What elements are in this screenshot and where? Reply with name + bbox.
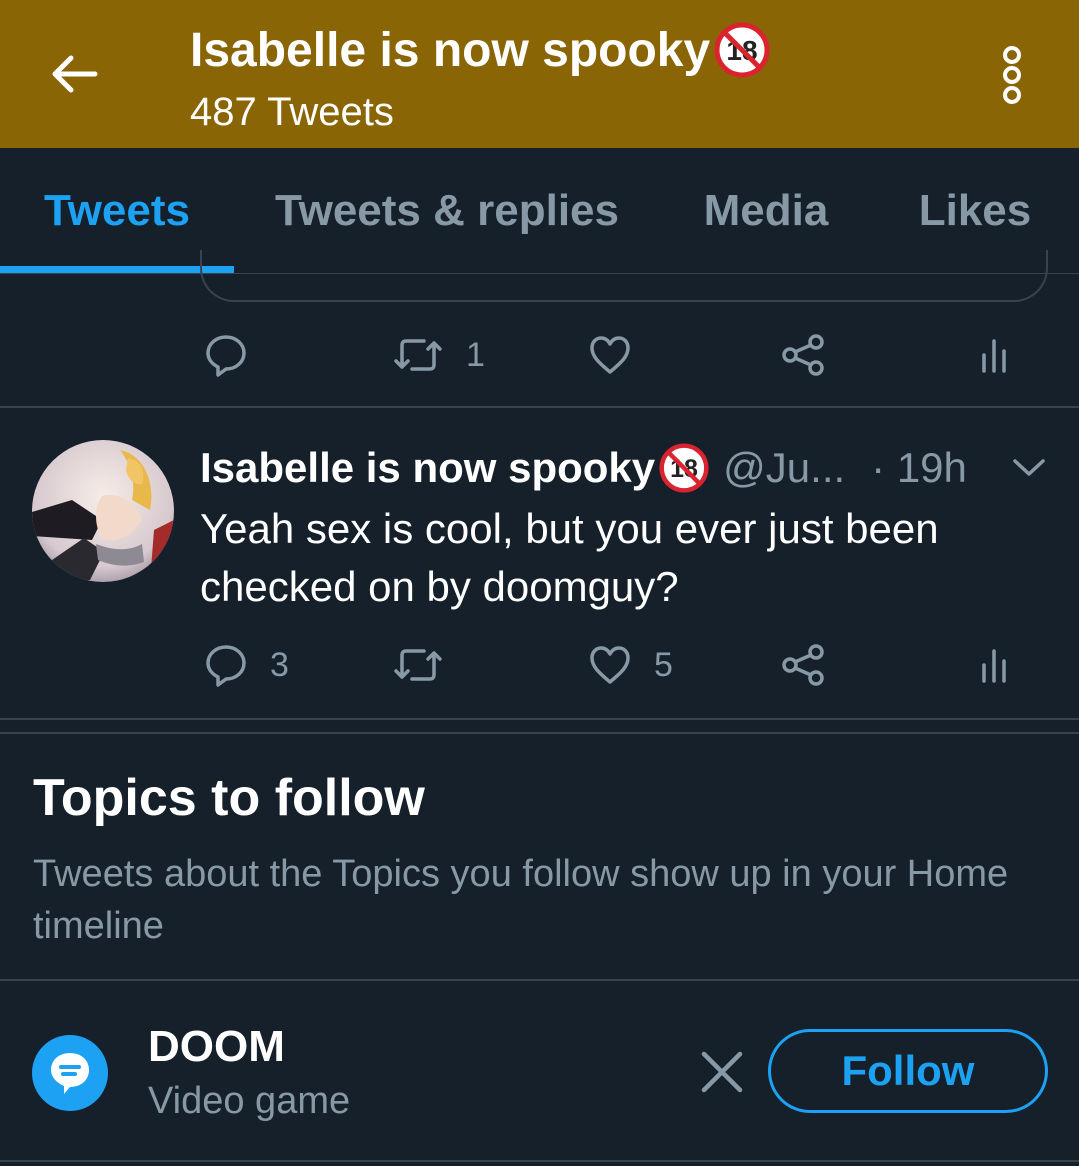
tweet-author-handle[interactable]: @Ju... bbox=[723, 444, 845, 492]
arrow-left-icon bbox=[52, 55, 98, 93]
tweet-menu-button[interactable] bbox=[1004, 446, 1054, 490]
reply-icon bbox=[206, 335, 246, 377]
bottom-divider bbox=[0, 1160, 1079, 1162]
no-under-18-icon: 18 bbox=[714, 22, 770, 78]
topic-icon bbox=[32, 1035, 108, 1111]
tweet-author-name[interactable]: Isabelle is now spooky bbox=[200, 444, 655, 492]
topic-bubble-icon bbox=[51, 1053, 89, 1094]
retweet-count: 1 bbox=[466, 335, 485, 374]
like-button[interactable] bbox=[588, 325, 654, 385]
header-title-text: Isabelle is now spooky bbox=[190, 23, 711, 77]
tab-tweets[interactable]: Tweets bbox=[0, 148, 234, 274]
topics-divider bbox=[0, 979, 1079, 981]
chevron-down-icon bbox=[1013, 459, 1045, 476]
share-button[interactable] bbox=[780, 325, 826, 385]
retweet-icon bbox=[394, 339, 442, 371]
topic-name[interactable]: DOOM bbox=[148, 1022, 285, 1072]
more-options-button[interactable] bbox=[988, 40, 1036, 110]
analytics-icon bbox=[982, 339, 1006, 373]
quoted-tweet-card[interactable] bbox=[200, 250, 1048, 302]
tweet-actions: 3 5 bbox=[0, 635, 1079, 695]
page-title: Isabelle is now spooky 18 bbox=[190, 22, 770, 78]
back-button[interactable] bbox=[46, 46, 102, 102]
share-icon bbox=[782, 644, 824, 686]
like-button[interactable]: 5 bbox=[588, 635, 673, 695]
avatar-image bbox=[32, 440, 174, 582]
reply-button[interactable] bbox=[204, 325, 270, 385]
analytics-button[interactable] bbox=[980, 635, 1010, 695]
reply-button[interactable]: 3 bbox=[204, 635, 289, 695]
tweet-count: 487 Tweets bbox=[190, 90, 394, 134]
tweet-header: Isabelle is now spooky 18 @Ju... · 19h bbox=[200, 440, 967, 496]
tweet-divider bbox=[0, 406, 1079, 408]
analytics-button[interactable] bbox=[980, 325, 1010, 385]
no-under-18-icon: 18 bbox=[659, 443, 709, 493]
dismiss-topic-button[interactable] bbox=[694, 1044, 750, 1100]
active-tab-indicator bbox=[0, 266, 234, 273]
heart-icon bbox=[590, 336, 630, 374]
tweet-text: Yeah sex is cool, but you ever just been… bbox=[200, 505, 939, 610]
tweet-actions: 1 bbox=[0, 325, 1079, 385]
close-icon bbox=[701, 1051, 743, 1093]
like-count: 5 bbox=[654, 645, 673, 684]
retweet-button[interactable] bbox=[392, 635, 466, 695]
heart-icon bbox=[590, 646, 630, 684]
reply-icon bbox=[206, 645, 246, 687]
more-vertical-icon bbox=[1003, 46, 1021, 104]
tweet-timestamp[interactable]: · 19h bbox=[871, 444, 967, 492]
follow-topic-button[interactable]: Follow bbox=[768, 1029, 1048, 1113]
retweet-icon bbox=[394, 649, 442, 681]
topic-category: Video game bbox=[148, 1080, 351, 1122]
retweet-button[interactable]: 1 bbox=[392, 325, 485, 385]
profile-header: Isabelle is now spooky 18 487 Tweets bbox=[0, 0, 1079, 148]
topics-description: Tweets about the Topics you follow show … bbox=[33, 853, 1009, 947]
share-icon bbox=[782, 334, 824, 376]
analytics-icon bbox=[982, 649, 1006, 683]
reply-count: 3 bbox=[270, 645, 289, 684]
section-divider bbox=[0, 718, 1079, 734]
avatar[interactable] bbox=[32, 440, 174, 582]
topics-heading: Topics to follow bbox=[33, 769, 425, 827]
share-button[interactable] bbox=[780, 635, 826, 695]
